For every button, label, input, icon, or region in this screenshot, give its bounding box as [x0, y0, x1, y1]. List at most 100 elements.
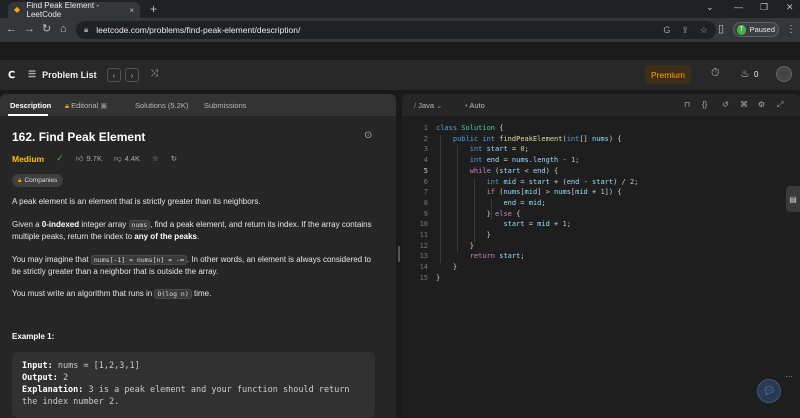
line-number: 10: [419, 220, 428, 229]
code-icon: /: [414, 101, 417, 110]
code-line[interactable]: }: [436, 274, 440, 282]
chevron-right-icon: ›: [130, 70, 134, 80]
dot-icon: •: [465, 101, 468, 110]
premium-button[interactable]: Premium: [645, 65, 691, 84]
fullscreen-icon[interactable]: ⤢: [777, 100, 783, 110]
code-line[interactable]: return start;: [436, 252, 525, 260]
chat-more-icon[interactable]: ⋯: [785, 372, 793, 381]
code-line[interactable]: int mid = start + (end - start) / 2;: [436, 178, 639, 186]
notes-side-button[interactable]: ▤: [786, 186, 800, 212]
code-line[interactable]: }: [436, 242, 474, 250]
shuffle-icon[interactable]: ⤨: [150, 68, 158, 79]
example-box: Input: nums = [1,2,3,1] Output: 2 Explan…: [12, 352, 375, 418]
code-line[interactable]: }: [436, 263, 457, 271]
settings-icon[interactable]: ⚙: [758, 100, 765, 109]
url-text[interactable]: leetcode.com/problems/find-peak-element/…: [96, 25, 300, 35]
example-explanation-label: Explanation:: [22, 385, 84, 395]
p4-text: time.: [191, 289, 212, 298]
new-tab-button[interactable]: +: [150, 3, 157, 15]
kebab-menu-icon[interactable]: ⋮: [786, 24, 796, 35]
next-problem-button[interactable]: ›: [125, 68, 139, 82]
back-arrow-icon[interactable]: ←: [6, 23, 17, 35]
video-icon: ▣: [100, 101, 108, 110]
bookmark-icon[interactable]: ⊓: [684, 100, 690, 109]
problem-meta: Medium ✓ 👍︎ 9.7K 👎︎ 4.4K ☆ ↻: [12, 153, 189, 164]
lock-icon: 🔒︎: [65, 101, 69, 110]
code-editor[interactable]: 1 class Solution {2 public int findPeakEl…: [402, 116, 800, 418]
sidebar-icon[interactable]: ▯: [718, 23, 724, 35]
profile-status: Paused: [749, 25, 775, 34]
line-number: 3: [423, 145, 428, 154]
close-window-icon[interactable]: ✕: [786, 2, 794, 13]
leetcode-logo-icon[interactable]: ⅽ: [8, 66, 22, 82]
line-number: 2: [423, 134, 428, 143]
chat-button[interactable]: 💬︎: [757, 379, 781, 403]
example-input: nums = [1,2,3,1]: [52, 361, 140, 371]
inline-code: O(log n): [154, 289, 192, 299]
tab-submissions[interactable]: Submissions: [204, 101, 247, 110]
tab-editorial[interactable]: 🔒︎ Editorial ▣: [65, 101, 107, 111]
reset-icon[interactable]: ↺: [722, 100, 729, 109]
tab-solutions[interactable]: Solutions (5.2K): [135, 101, 188, 110]
description-paragraph-1: A peak element is an element that is str…: [12, 197, 261, 206]
line-number: 11: [419, 231, 428, 239]
home-icon[interactable]: ⌂: [60, 23, 67, 35]
timer-icon[interactable]: ⏱: [711, 67, 720, 80]
code-line[interactable]: public int findPeakElement(int[] nums) {: [436, 135, 622, 143]
p2-text: integer array: [79, 220, 129, 229]
dislike-count: 4.4K: [124, 154, 141, 163]
code-line[interactable]: class Solution {: [436, 124, 503, 132]
star-icon[interactable]: ☆: [700, 25, 708, 36]
p3-text: You may imagine that: [12, 255, 91, 264]
like-button[interactable]: 👍︎ 9.7K: [76, 154, 102, 164]
forward-arrow-icon[interactable]: →: [24, 23, 35, 35]
browser-toolbar: ← → ↻ ⌂ 🔒︎ leetcode.com/problems/find-pe…: [0, 18, 800, 42]
lock-icon[interactable]: 🔒︎: [84, 25, 88, 35]
browser-tab[interactable]: ◆ Find Peak Element - LeetCode ×: [8, 1, 140, 19]
more-options-icon[interactable]: ⊙: [364, 130, 372, 141]
tab-close-icon[interactable]: ×: [129, 6, 134, 15]
code-line[interactable]: if (nums[mid] > nums[mid + 1]) {: [436, 188, 622, 196]
list-icon: ☰: [28, 69, 37, 79]
restore-icon[interactable]: ❐: [760, 2, 768, 13]
google-icon[interactable]: G: [663, 25, 670, 36]
line-number: 9: [423, 209, 428, 218]
line-number: 8: [423, 198, 428, 207]
active-tab-indicator: [8, 114, 48, 116]
profile-button[interactable]: T Paused: [733, 22, 779, 37]
dislike-button[interactable]: 👎︎ 4.4K: [114, 154, 140, 164]
language-select[interactable]: / Java ⌄: [414, 101, 442, 110]
indent-guide: [440, 134, 441, 264]
fire-icon[interactable]: ♨: [740, 67, 750, 80]
browser-tab-strip: ◆ Find Peak Element - LeetCode × + ⌄ — ❐…: [0, 0, 800, 19]
reload-icon[interactable]: ↻: [42, 23, 51, 35]
browser-tab-title: Find Peak Element - LeetCode: [26, 1, 99, 19]
braces-icon[interactable]: {}: [702, 100, 707, 109]
shortcuts-icon[interactable]: ⌘: [740, 100, 748, 109]
solved-check-icon: ✓: [56, 153, 64, 163]
autocomplete-mode[interactable]: • Auto: [465, 101, 485, 110]
inline-code: nums[-1] = nums[n] = -∞: [90, 255, 187, 265]
code-line[interactable]: }: [436, 231, 491, 239]
share-icon[interactable]: ↻: [171, 154, 177, 163]
line-number: 4: [423, 156, 428, 165]
prev-problem-button[interactable]: ‹: [107, 68, 121, 82]
line-number: 13: [419, 252, 428, 261]
share-icon[interactable]: ⇪: [681, 25, 689, 36]
chevron-left-icon: ‹: [112, 70, 116, 80]
tab-search-icon[interactable]: ⌄: [706, 2, 714, 13]
p2-text: Given a: [12, 220, 42, 229]
code-line[interactable]: int start = 0;: [436, 145, 529, 153]
address-bar[interactable]: 🔒︎ leetcode.com/problems/find-peak-eleme…: [76, 21, 716, 39]
user-avatar[interactable]: [776, 66, 792, 82]
page-title: 162. Find Peak Element: [12, 130, 146, 144]
companies-tag[interactable]: 🔒︎ Companies: [12, 174, 64, 187]
thumbs-up-icon: 👍︎: [75, 153, 84, 163]
p2-text: .: [196, 232, 200, 241]
tab-description[interactable]: Description: [10, 101, 51, 110]
minimize-icon[interactable]: —: [734, 2, 743, 12]
problem-list-button[interactable]: ☰ Problem List: [28, 69, 97, 80]
star-icon[interactable]: ☆: [152, 154, 159, 163]
code-line[interactable]: } else {: [436, 210, 521, 218]
code-line[interactable]: while (start < end) {: [436, 167, 559, 175]
